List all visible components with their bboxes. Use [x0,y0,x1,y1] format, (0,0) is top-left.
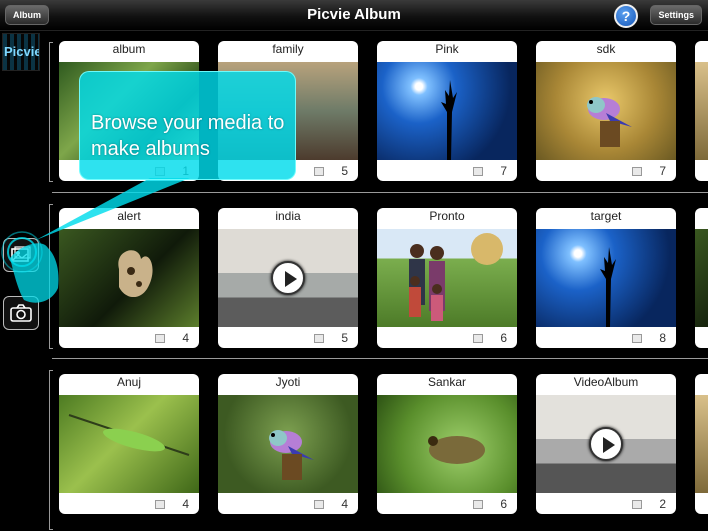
album-thumbnail [377,395,517,493]
photo-stack-icon [473,334,483,343]
butterfly-image [118,250,153,298]
album-thumbnail [695,62,708,160]
photo-stack-icon [155,334,165,343]
album-thumbnail [695,395,708,493]
photo-stack-icon [314,167,324,176]
album-thumbnail [218,395,358,493]
album-thumbnail [536,395,676,493]
album-card[interactable]: alert 4 [59,208,199,348]
album-thumbnail [536,229,676,327]
gallery-button[interactable] [3,238,39,272]
album-name: alert [117,209,141,223]
bird-image [269,430,314,480]
album-thumbnail [377,229,517,327]
play-icon[interactable] [271,261,305,295]
album-count: 6 [500,497,507,511]
app-logo: Picvie [2,33,40,71]
album-count: 7 [659,164,666,178]
album-name: Sankar [427,375,467,389]
frog-image [428,436,485,464]
album-thumbnail [377,62,517,160]
album-card[interactable]: Sankar 6 [377,374,517,514]
album-name: sdk [596,42,616,56]
album-thumbnail [695,229,708,327]
album-count: 8 [659,331,666,345]
callout-message: Browse your media to make albums [91,112,285,160]
sidebar: Picvie [0,32,44,531]
page-title: Picvie Album [307,6,401,23]
photo-stack-icon [632,167,642,176]
album-card[interactable]: Pronto 6 [377,208,517,348]
album-card[interactable]: sdk 7 [536,41,676,181]
photo-stack-icon [473,500,483,509]
tree-silhouette [441,80,457,160]
shelf-divider [52,192,708,193]
shelf-bracket [49,370,53,530]
album-count: 4 [182,331,189,345]
tree-silhouette [600,247,616,327]
top-bar: Album Picvie Album ? Settings [0,0,708,31]
album-card[interactable]: Anuj 4 [59,374,199,514]
bird-image [587,97,632,147]
help-icon[interactable]: ? [614,4,638,28]
album-name: Pink [435,42,459,56]
album-name: india [275,209,301,223]
gallery-icon [11,246,31,262]
album-thumbnail [59,395,199,493]
album-count: 4 [341,497,348,511]
photo-stack-icon [314,500,324,509]
album-count: 5 [341,164,348,178]
album-card[interactable]: Pink 7 [377,41,517,181]
album-count: 2 [659,497,666,511]
album-name: Pronto [429,209,465,223]
photo-stack-icon [314,334,324,343]
family-photo [409,233,503,321]
camera-icon [10,304,32,322]
album-count: 5 [341,331,348,345]
album-card[interactable]: Jyoti 4 [218,374,358,514]
album-thumbnail [218,229,358,327]
album-name: album [112,42,146,56]
shelf-divider [52,358,708,359]
photo-stack-icon [632,334,642,343]
album-card[interactable]: VideoAlbum 2 [536,374,676,514]
album-thumbnail [59,229,199,327]
album-count: 6 [500,331,507,345]
album-card[interactable]: india 5 [218,208,358,348]
settings-button[interactable]: Settings [650,5,702,25]
logo-text: Picvie [4,44,40,59]
album-name: target [590,209,622,223]
album-card[interactable] [695,41,708,181]
album-card[interactable] [695,374,708,514]
album-card[interactable]: target 8 [536,208,676,348]
shelf-bracket [49,42,53,182]
album-card[interactable] [695,208,708,348]
play-icon[interactable] [589,427,623,461]
album-name: Jyoti [275,375,301,389]
album-name: family [272,42,304,56]
album-name: VideoAlbum [573,375,639,389]
photo-stack-icon [632,500,642,509]
album-count: 7 [500,164,507,178]
photo-stack-icon [473,167,483,176]
tutorial-callout: Browse your media to make albums [79,71,296,180]
album-count: 4 [182,497,189,511]
album-thumbnail [536,62,676,160]
album-name: Anuj [116,375,142,389]
photo-stack-icon [155,500,165,509]
caterpillar-image [68,414,190,456]
camera-button[interactable] [3,296,39,330]
shelf-bracket [49,204,53,349]
